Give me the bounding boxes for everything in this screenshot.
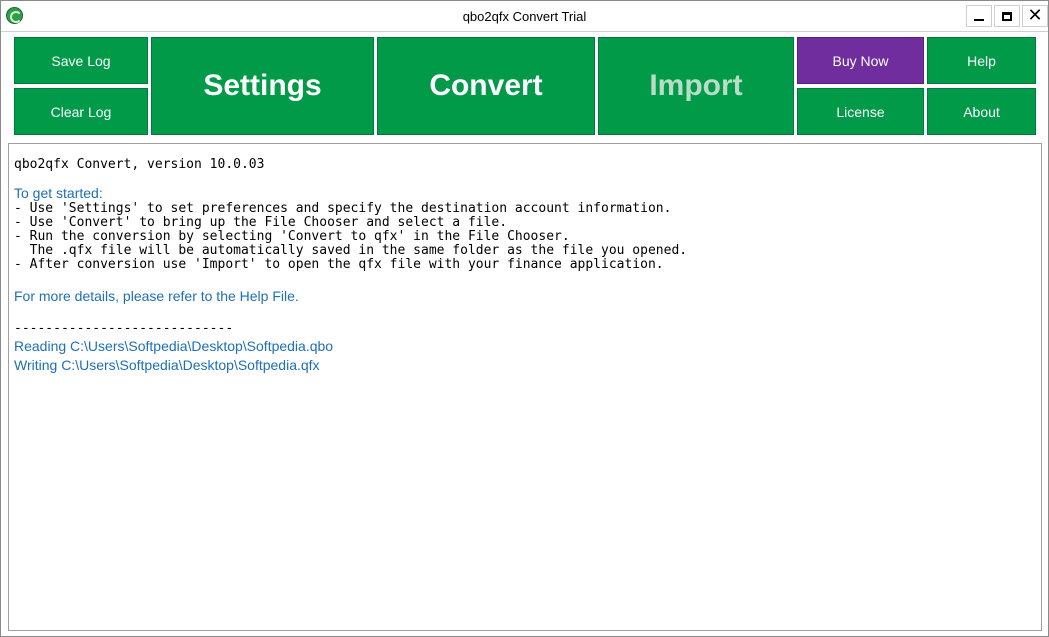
import-button[interactable]: Import <box>598 37 794 135</box>
settings-button[interactable]: Settings <box>151 37 374 135</box>
app-window: qbo2qfx Convert Trial ✕ Save Log Clear L… <box>0 0 1049 637</box>
reading-file-line: Reading C:\Users\Softpedia\Desktop\Softp… <box>14 338 334 354</box>
writing-file-line: Writing C:\Users\Softpedia\Desktop\Softp… <box>14 357 320 373</box>
title-bar[interactable]: qbo2qfx Convert Trial ✕ <box>1 1 1048 32</box>
instruction-line: - After conversion use 'Import' to open … <box>14 257 664 272</box>
clear-log-button[interactable]: Clear Log <box>14 88 148 135</box>
maximize-button[interactable] <box>994 5 1020 27</box>
buy-now-button[interactable]: Buy Now <box>797 37 924 84</box>
license-button[interactable]: License <box>797 88 924 135</box>
instruction-line: The .qfx file will be automatically save… <box>14 243 688 258</box>
toolbar: Save Log Clear Log Settings Convert Impo… <box>1 32 1048 139</box>
window-title: qbo2qfx Convert Trial <box>462 9 587 24</box>
close-icon: ✕ <box>1027 5 1043 26</box>
log-separator: ---------------------------- <box>14 321 234 336</box>
save-log-button[interactable]: Save Log <box>14 37 148 84</box>
minimize-button[interactable] <box>966 5 992 27</box>
close-button[interactable]: ✕ <box>1022 5 1048 27</box>
minimize-icon <box>974 19 984 21</box>
about-button[interactable]: About <box>927 88 1036 135</box>
help-button[interactable]: Help <box>927 37 1036 84</box>
convert-button[interactable]: Convert <box>377 37 595 135</box>
instruction-line: - Use 'Settings' to set preferences and … <box>14 201 672 216</box>
instruction-line: - Run the conversion by selecting 'Conve… <box>14 229 570 244</box>
instruction-line: - Use 'Convert' to bring up the File Cho… <box>14 215 508 230</box>
help-file-note: For more details, please refer to the He… <box>14 288 299 304</box>
maximize-icon <box>1002 11 1012 21</box>
get-started-heading: To get started: <box>14 185 103 201</box>
version-line: qbo2qfx Convert, version 10.0.03 <box>14 157 265 172</box>
log-output[interactable]: qbo2qfx Convert, version 10.0.03 To get … <box>8 143 1042 631</box>
window-controls: ✕ <box>964 5 1048 27</box>
